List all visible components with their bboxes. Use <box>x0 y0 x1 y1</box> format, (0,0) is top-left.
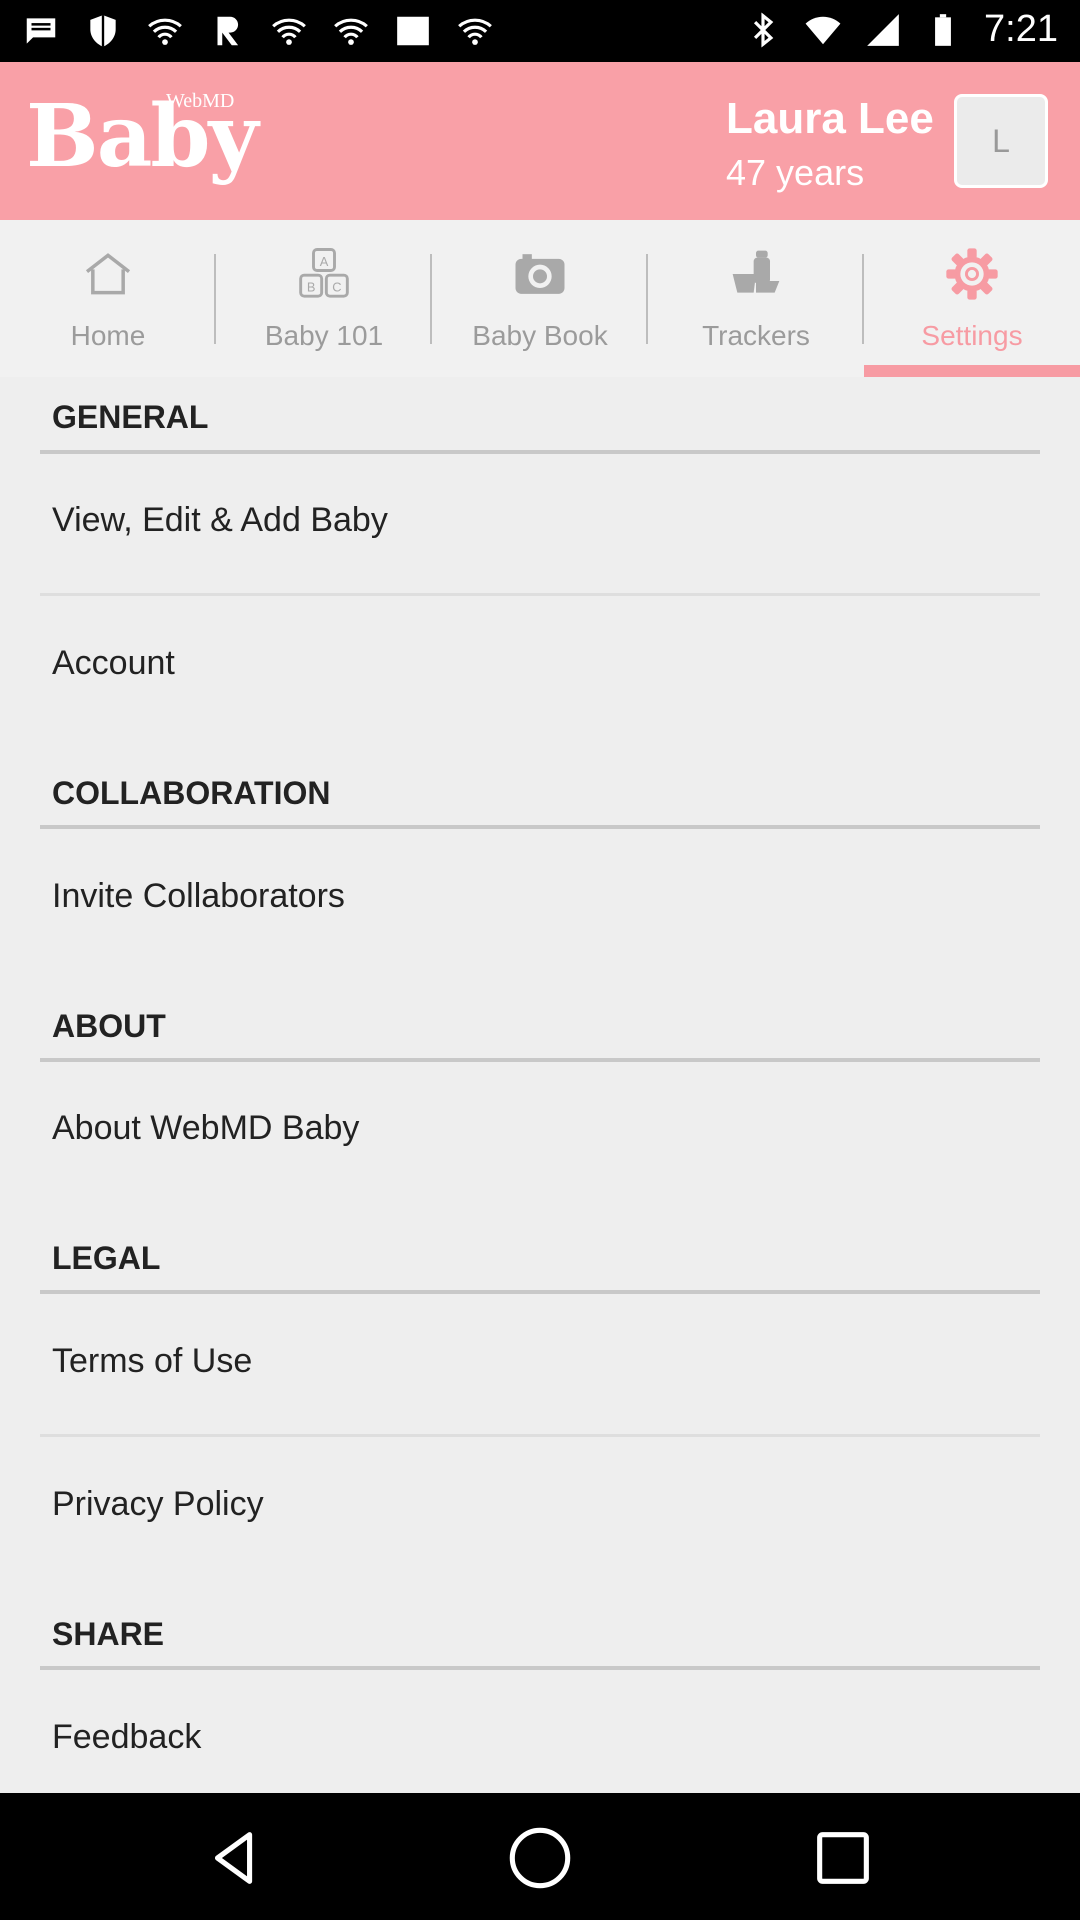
system-nav-bar <box>0 1793 1080 1920</box>
wifi-icon <box>272 18 306 45</box>
settings-item-label: View, Edit & Add Baby <box>52 501 388 539</box>
settings-item-feedback[interactable]: Feedback <box>0 1690 1080 1790</box>
notification-icons <box>22 12 494 50</box>
settings-item-view-edit-add-baby[interactable]: View, Edit & Add Baby <box>0 473 1080 573</box>
tab-baby-book[interactable]: Baby Book <box>432 220 648 377</box>
svg-text:B: B <box>307 280 316 295</box>
home-circle-icon[interactable] <box>505 1823 575 1893</box>
tab-bar: Home AB C Baby 101 Baby Book Trackers Set… <box>0 220 1080 377</box>
shield-icon <box>90 15 116 47</box>
wifi-icon <box>148 18 182 45</box>
settings-item-privacy-policy[interactable]: Privacy Policy <box>0 1457 1080 1557</box>
image-icon <box>397 16 429 46</box>
svg-text:A: A <box>320 254 329 269</box>
settings-item-label: Account <box>52 644 175 682</box>
status-bar: 7:21 <box>0 0 1080 62</box>
item-divider <box>40 1434 1040 1437</box>
wifi-icon <box>458 18 492 45</box>
message-icon <box>26 18 56 44</box>
section-header-legal: LEGAL <box>52 1240 161 1276</box>
wifi-icon <box>334 18 368 45</box>
settings-item-label: Terms of Use <box>52 1342 253 1380</box>
settings-item-label: Feedback <box>52 1718 202 1756</box>
tab-label: Baby Book <box>472 320 608 351</box>
user-name[interactable]: Laura Lee <box>726 94 934 144</box>
section-header-collaboration: COLLABORATION <box>52 775 331 811</box>
tab-label: Trackers <box>702 320 810 351</box>
wifi-signal-icon <box>805 16 841 44</box>
tab-baby-101[interactable]: AB C Baby 101 <box>216 220 432 377</box>
section-header-general: GENERAL <box>52 399 209 435</box>
bottle-diaper-icon <box>732 250 780 293</box>
settings-list: GENERAL View, Edit & Add Baby Account CO… <box>0 377 1080 1793</box>
settings-item-label: Privacy Policy <box>52 1485 264 1523</box>
app-header: Baby WebMD Laura Lee 47 years L <box>0 62 1080 220</box>
bluetooth-icon <box>753 11 774 48</box>
settings-item-label: About WebMD Baby <box>52 1109 360 1147</box>
logo-brand: WebMD <box>166 90 235 112</box>
settings-item-invite-collaborators[interactable]: Invite Collaborators <box>0 849 1080 949</box>
clock: 7:21 <box>984 8 1058 50</box>
section-divider <box>40 450 1040 454</box>
section-divider <box>40 825 1040 829</box>
section-divider <box>40 1666 1040 1670</box>
settings-item-account[interactable]: Account <box>0 616 1080 716</box>
settings-item-label: Invite Collaborators <box>52 877 345 915</box>
battery-icon <box>935 13 951 46</box>
tab-trackers[interactable]: Trackers <box>648 220 864 377</box>
tab-label: Baby 101 <box>264 320 384 351</box>
gear-icon <box>946 248 998 300</box>
cell-signal-icon <box>867 13 899 46</box>
section-divider <box>40 1290 1040 1294</box>
tab-label: Settings <box>921 320 1023 351</box>
user-age: 47 years <box>726 152 865 193</box>
recents-icon[interactable] <box>808 1823 878 1893</box>
item-divider <box>40 593 1040 596</box>
tab-settings[interactable]: Settings <box>864 220 1080 377</box>
svg-text:C: C <box>332 280 341 295</box>
section-divider <box>40 1058 1040 1062</box>
r-app-icon <box>217 16 239 46</box>
webmd-baby-logo[interactable]: Baby WebMD <box>26 90 259 182</box>
camera-icon <box>515 254 565 294</box>
section-header-about: ABOUT <box>52 1008 166 1044</box>
avatar[interactable]: L <box>954 94 1048 188</box>
settings-item-about-webmd-baby[interactable]: About WebMD Baby <box>0 1081 1080 1181</box>
section-header-share: SHARE <box>52 1616 165 1652</box>
abc-blocks-icon: AB C <box>299 248 349 298</box>
tab-home[interactable]: Home <box>0 220 216 377</box>
back-icon[interactable] <box>200 1823 270 1893</box>
home-icon <box>85 253 131 295</box>
tab-label: Home <box>70 320 146 351</box>
settings-item-terms-of-use[interactable]: Terms of Use <box>0 1314 1080 1414</box>
system-icons: 7:21 <box>744 8 1058 51</box>
